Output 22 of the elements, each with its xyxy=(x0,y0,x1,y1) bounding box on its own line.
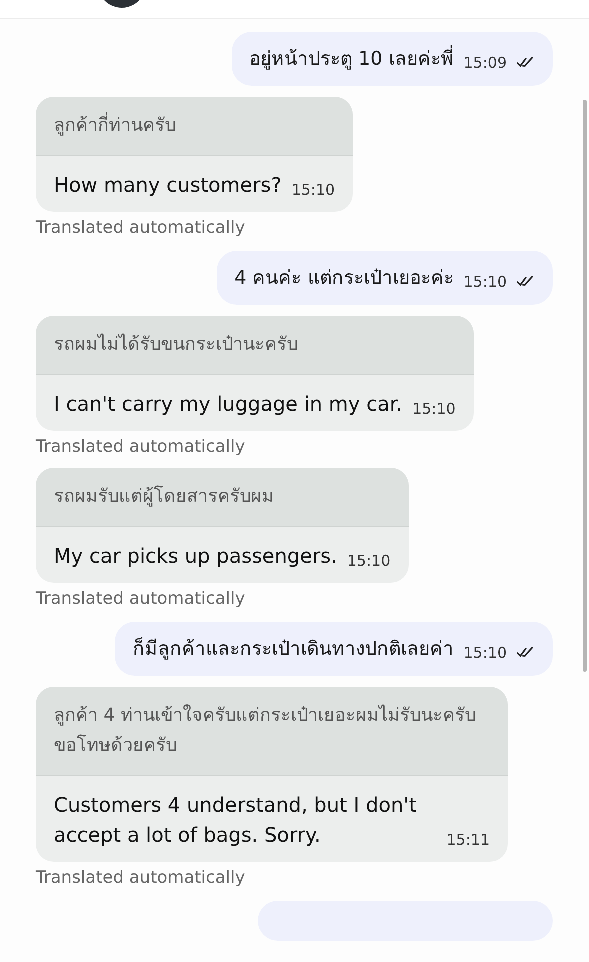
translation-note: Translated automatically xyxy=(36,437,246,457)
original-text: รถผมรับแต่ผู้โดยสารครับผม xyxy=(36,468,409,527)
translation-note: Translated automatically xyxy=(36,589,246,609)
translated-text: My car picks up passengers. xyxy=(54,543,338,570)
original-text: ลูกค้ากี่ท่านครับ xyxy=(36,97,354,156)
message-time: 15:10 xyxy=(464,644,507,662)
message-text: 4 คนค่ะ แต่กระเป๋าเยอะค่ะ xyxy=(234,266,454,291)
message-time: 15:10 xyxy=(412,399,456,419)
message-text: ก็มีลูกค้าและกระเป๋าเดินทางปกติเลยค่า xyxy=(132,636,454,662)
original-text: ลูกค้า 4 ท่านเข้าใจครับแต่กระเป๋าเยอะผมไม่รับนะครับขอโทษด้วยครับ xyxy=(36,687,508,776)
message-time: 15:10 xyxy=(292,180,336,200)
translation-note: Translated automatically xyxy=(36,218,246,238)
translation-note: Translated automatically xyxy=(36,868,246,888)
message-time: 15:10 xyxy=(347,551,391,571)
message-time: 15:11 xyxy=(446,830,490,850)
message-text: อยู่หน้าประตู 10 เลยค่ะพี่ xyxy=(250,46,454,72)
translated-text: How many customers? xyxy=(54,172,282,199)
translated-text: Customers 4 understand, but I don't accept a lot of bags. Sorry. xyxy=(54,792,418,849)
message-time: 15:10 xyxy=(464,273,507,291)
message-time: 15:09 xyxy=(464,54,507,72)
original-text: รถผมไม่ได้รับขนกระเป๋านะครับ xyxy=(36,316,474,375)
translated-text: I can't carry my luggage in my car. xyxy=(54,391,403,418)
